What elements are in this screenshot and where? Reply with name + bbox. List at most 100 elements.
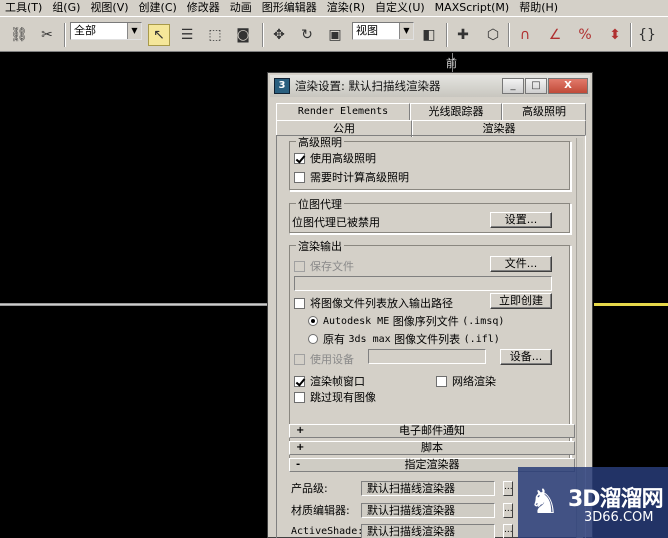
rollout-email[interactable]: + 电子邮件通知 [289, 424, 575, 438]
reference-coord-dropdown[interactable]: 视图 ▼ [352, 22, 414, 40]
tab-advanced-lighting[interactable]: 高级照明 [502, 103, 586, 120]
choose-renderer-button[interactable]: ... [503, 524, 513, 538]
pin-icon[interactable]: ✚ [452, 24, 474, 46]
renderer-mtl-editor-row: 材质编辑器: 默认扫描线渲染器 ... [291, 502, 513, 518]
checkbox[interactable] [294, 260, 305, 272]
checkbox-label: 使用高级照明 [310, 152, 376, 165]
render-frame-window-row[interactable]: 渲染帧窗口 [294, 373, 365, 389]
renderer-label: 产品级: [291, 482, 328, 495]
menu-item[interactable]: 自定义(U) [370, 0, 430, 16]
radio-button[interactable] [308, 316, 318, 326]
selected-line [590, 303, 668, 306]
group-advanced-lighting: 高级照明 使用高级照明 需要时计算高级照明 [289, 136, 571, 191]
pivot-icon[interactable]: ◧ [418, 24, 440, 46]
radio-label-c: (.imsq) [462, 315, 505, 327]
watermark-url: 3D66.COM [584, 510, 654, 525]
unlink-icon[interactable]: ✂ [36, 24, 58, 46]
skip-existing-row[interactable]: 跳过现有图像 [294, 389, 376, 405]
compute-adv-lighting-row[interactable]: 需要时计算高级照明 [294, 169, 409, 185]
radio-autodesk-me[interactable]: Autodesk ME 图像序列文件 (.imsq) [308, 313, 504, 329]
files-button[interactable]: 文件... [490, 256, 552, 272]
selection-filter-dropdown[interactable]: 全部 ▼ [70, 22, 142, 40]
select-by-name-icon[interactable]: ☰ [176, 24, 198, 46]
scale-icon[interactable]: ▣ [324, 24, 346, 46]
menu-item[interactable]: 渲染(R) [322, 0, 370, 16]
maximize-button[interactable]: □ [525, 78, 547, 94]
bitmap-proxy-status: 位图代理已被禁用 [292, 214, 380, 230]
use-device-row[interactable]: 使用设备 [294, 351, 354, 367]
renderer-value: 默认扫描线渲染器 [361, 502, 495, 518]
tab-render-elements[interactable]: Render Elements [276, 103, 410, 120]
create-now-button[interactable]: 立即创建 [490, 293, 552, 309]
checkbox-label: 将图像文件列表放入输出路径 [310, 297, 453, 310]
choose-renderer-button[interactable]: ... [503, 502, 513, 518]
main-toolbar: ⛓ ✂ 全部 ▼ ↖ ☰ ⬚ ◙ ✥ ↻ ▣ 视图 ▼ ◧ ✚ ⬡ ∩ ∠ % … [0, 16, 668, 52]
chevron-down-icon: ▼ [127, 23, 141, 39]
menu-item[interactable]: 创建(C) [134, 0, 182, 16]
rotate-icon[interactable]: ↻ [296, 24, 318, 46]
checkbox[interactable] [294, 375, 305, 387]
minimize-button[interactable]: _ [502, 78, 524, 94]
checkbox[interactable] [294, 171, 305, 183]
menu-item[interactable]: 工具(T) [0, 0, 47, 16]
checkbox[interactable] [294, 353, 305, 365]
group-bitmap-proxies: 位图代理 位图代理已被禁用 设置... [289, 196, 571, 234]
rollout-scripts[interactable]: + 脚本 [289, 441, 575, 455]
menu-item[interactable]: 视图(V) [85, 0, 133, 16]
bitmap-proxy-setup-button[interactable]: 设置... [490, 212, 552, 228]
named-selection-icon[interactable]: {} [636, 24, 658, 46]
collapse-icon: - [296, 459, 301, 470]
spinner-snap-icon[interactable]: ⬍ [604, 24, 626, 46]
close-button[interactable]: X [548, 78, 588, 94]
put-image-list-row[interactable]: 将图像文件列表放入输出路径 [294, 295, 453, 311]
menu-item[interactable]: MAXScript(M) [430, 0, 515, 16]
save-file-row[interactable]: 保存文件 [294, 258, 354, 274]
angle-snap-icon[interactable]: ∠ [544, 24, 566, 46]
choose-renderer-button[interactable]: ... [503, 480, 513, 496]
rect-select-icon[interactable]: ⬚ [204, 24, 226, 46]
checkbox[interactable] [294, 152, 305, 164]
mirror-icon[interactable]: ⬡ [482, 24, 504, 46]
watermark-title: 3D溜溜网 [568, 487, 664, 512]
link-icon[interactable]: ⛓ [8, 24, 30, 46]
menu-item[interactable]: 组(G) [47, 0, 85, 16]
selection-filter-value: 全部 [74, 24, 96, 37]
radio-label-a: Autodesk ME [323, 315, 390, 327]
select-arrow-icon[interactable]: ↖ [148, 24, 170, 46]
menu-bar: 工具(T) 组(G) 视图(V) 创建(C) 修改器 动画 图形编辑器 渲染(R) 自定义(U)… [0, 0, 668, 16]
checkbox[interactable] [294, 391, 305, 403]
menu-item[interactable]: 修改器 [182, 0, 225, 16]
radio-label-b: 3ds max [348, 333, 391, 345]
output-path-field [294, 276, 552, 291]
radio-label-c: 图像文件列表 [394, 333, 461, 346]
checkbox-label: 渲染帧窗口 [310, 375, 365, 388]
checkbox-label: 网络渲染 [452, 375, 496, 388]
app-icon: 3 [274, 78, 290, 94]
checkbox-label: 需要时计算高级照明 [310, 171, 409, 184]
viewport-label[interactable]: 前 [446, 55, 457, 71]
snap3-icon[interactable]: ∩ [514, 24, 536, 46]
devices-button[interactable]: 设备... [500, 349, 552, 365]
renderer-label: 材质编辑器: [291, 504, 350, 517]
toolbar-separator [630, 23, 632, 47]
move-icon[interactable]: ✥ [268, 24, 290, 46]
use-adv-lighting-row[interactable]: 使用高级照明 [294, 150, 376, 166]
radio-legacy-ifl[interactable]: 原有 3ds max 图像文件列表 (.ifl) [308, 331, 500, 347]
group-title: 渲染输出 [296, 238, 344, 254]
dialog-titlebar[interactable]: 3 渲染设置: 默认扫描线渲染器 _ □ X [270, 75, 590, 97]
window-crossing-icon[interactable]: ◙ [232, 24, 254, 46]
percent-snap-icon[interactable]: % [574, 24, 596, 46]
radio-button[interactable] [308, 334, 318, 344]
toolbar-separator [508, 23, 510, 47]
radio-label-d: (.ifl) [463, 333, 500, 345]
tab-raytracer[interactable]: 光线跟踪器 [410, 103, 502, 120]
deer-logo-icon: ♞ [528, 482, 560, 522]
chevron-down-icon: ▼ [399, 23, 413, 39]
checkbox[interactable] [436, 375, 447, 387]
menu-item[interactable]: 帮助(H) [514, 0, 563, 16]
checkbox[interactable] [294, 297, 305, 309]
net-render-row[interactable]: 网络渲染 [436, 373, 496, 389]
menu-item[interactable]: 动画 [225, 0, 257, 16]
menu-item[interactable]: 图形编辑器 [257, 0, 322, 16]
radio-label-b: 图像序列文件 [392, 315, 459, 328]
